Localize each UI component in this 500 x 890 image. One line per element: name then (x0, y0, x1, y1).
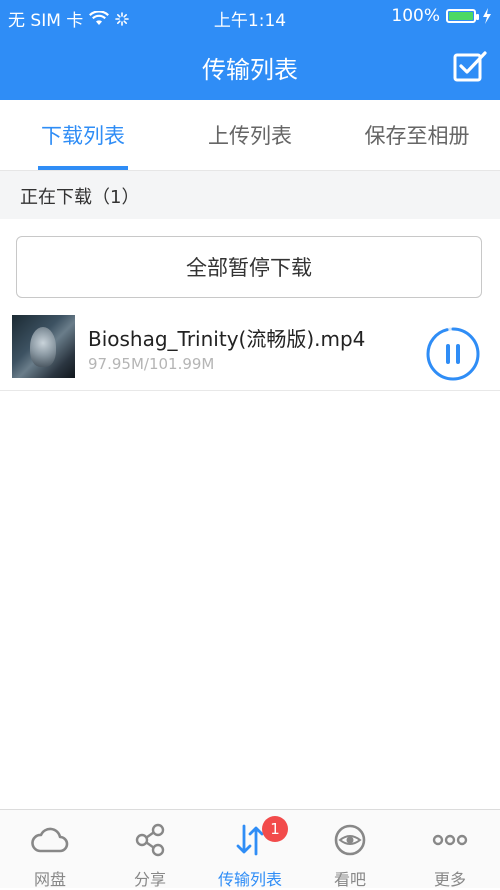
tabbar-item-watch[interactable]: 看吧 (300, 810, 400, 889)
tab-download-list[interactable]: 下载列表 (0, 100, 166, 170)
video-thumbnail (12, 315, 75, 378)
battery-icon (446, 9, 479, 23)
share-icon (135, 823, 165, 857)
tabbar-label: 网盘 (33, 870, 66, 889)
eye-icon (334, 824, 366, 856)
battery-percent: 100% (391, 6, 440, 26)
nav-bar: 传输列表 (0, 32, 500, 100)
tab-upload-list[interactable]: 上传列表 (166, 100, 334, 170)
notification-badge: 1 (262, 816, 288, 842)
pause-button[interactable] (424, 325, 482, 383)
tab-save-to-album[interactable]: 保存至相册 (334, 100, 500, 170)
pause-all-button[interactable]: 全部暂停下载 (16, 236, 482, 298)
status-bar: 无 SIM 卡 上午1:14 100% (0, 0, 500, 32)
tabbar-label: 看吧 (333, 870, 366, 889)
status-right: 100% (391, 6, 492, 26)
more-icon (432, 834, 468, 846)
tab-bar-top: 下载列表 上传列表 保存至相册 (0, 100, 500, 171)
charging-icon (483, 8, 491, 24)
tabbar-label: 传输列表 (217, 870, 282, 889)
page-title: 传输列表 (202, 56, 298, 84)
tabbar-item-share[interactable]: 分享 (100, 810, 200, 889)
file-name: Bioshag_Trinity(流畅版).mp4 (88, 327, 366, 351)
tabbar-label: 分享 (133, 870, 166, 889)
tabbar-label: 更多 (433, 870, 466, 889)
cloud-icon (31, 827, 69, 853)
bottom-tab-bar: 网盘 分享 1 传输列表 看吧 更多 (0, 809, 500, 889)
section-title: 正在下载（1） (20, 187, 140, 208)
tabbar-item-transfer[interactable]: 1 传输列表 (200, 810, 300, 889)
section-header: 正在下载（1） (0, 171, 500, 219)
pause-icon (446, 344, 450, 364)
select-edit-icon[interactable] (452, 48, 488, 84)
tabbar-item-netdisk[interactable]: 网盘 (0, 810, 100, 889)
file-progress-size: 97.95M/101.99M (88, 355, 215, 373)
tabbar-item-more[interactable]: 更多 (400, 810, 500, 889)
list-item[interactable]: Bioshag_Trinity(流畅版).mp4 97.95M/101.99M (0, 305, 500, 391)
tab-indicator (38, 166, 128, 170)
